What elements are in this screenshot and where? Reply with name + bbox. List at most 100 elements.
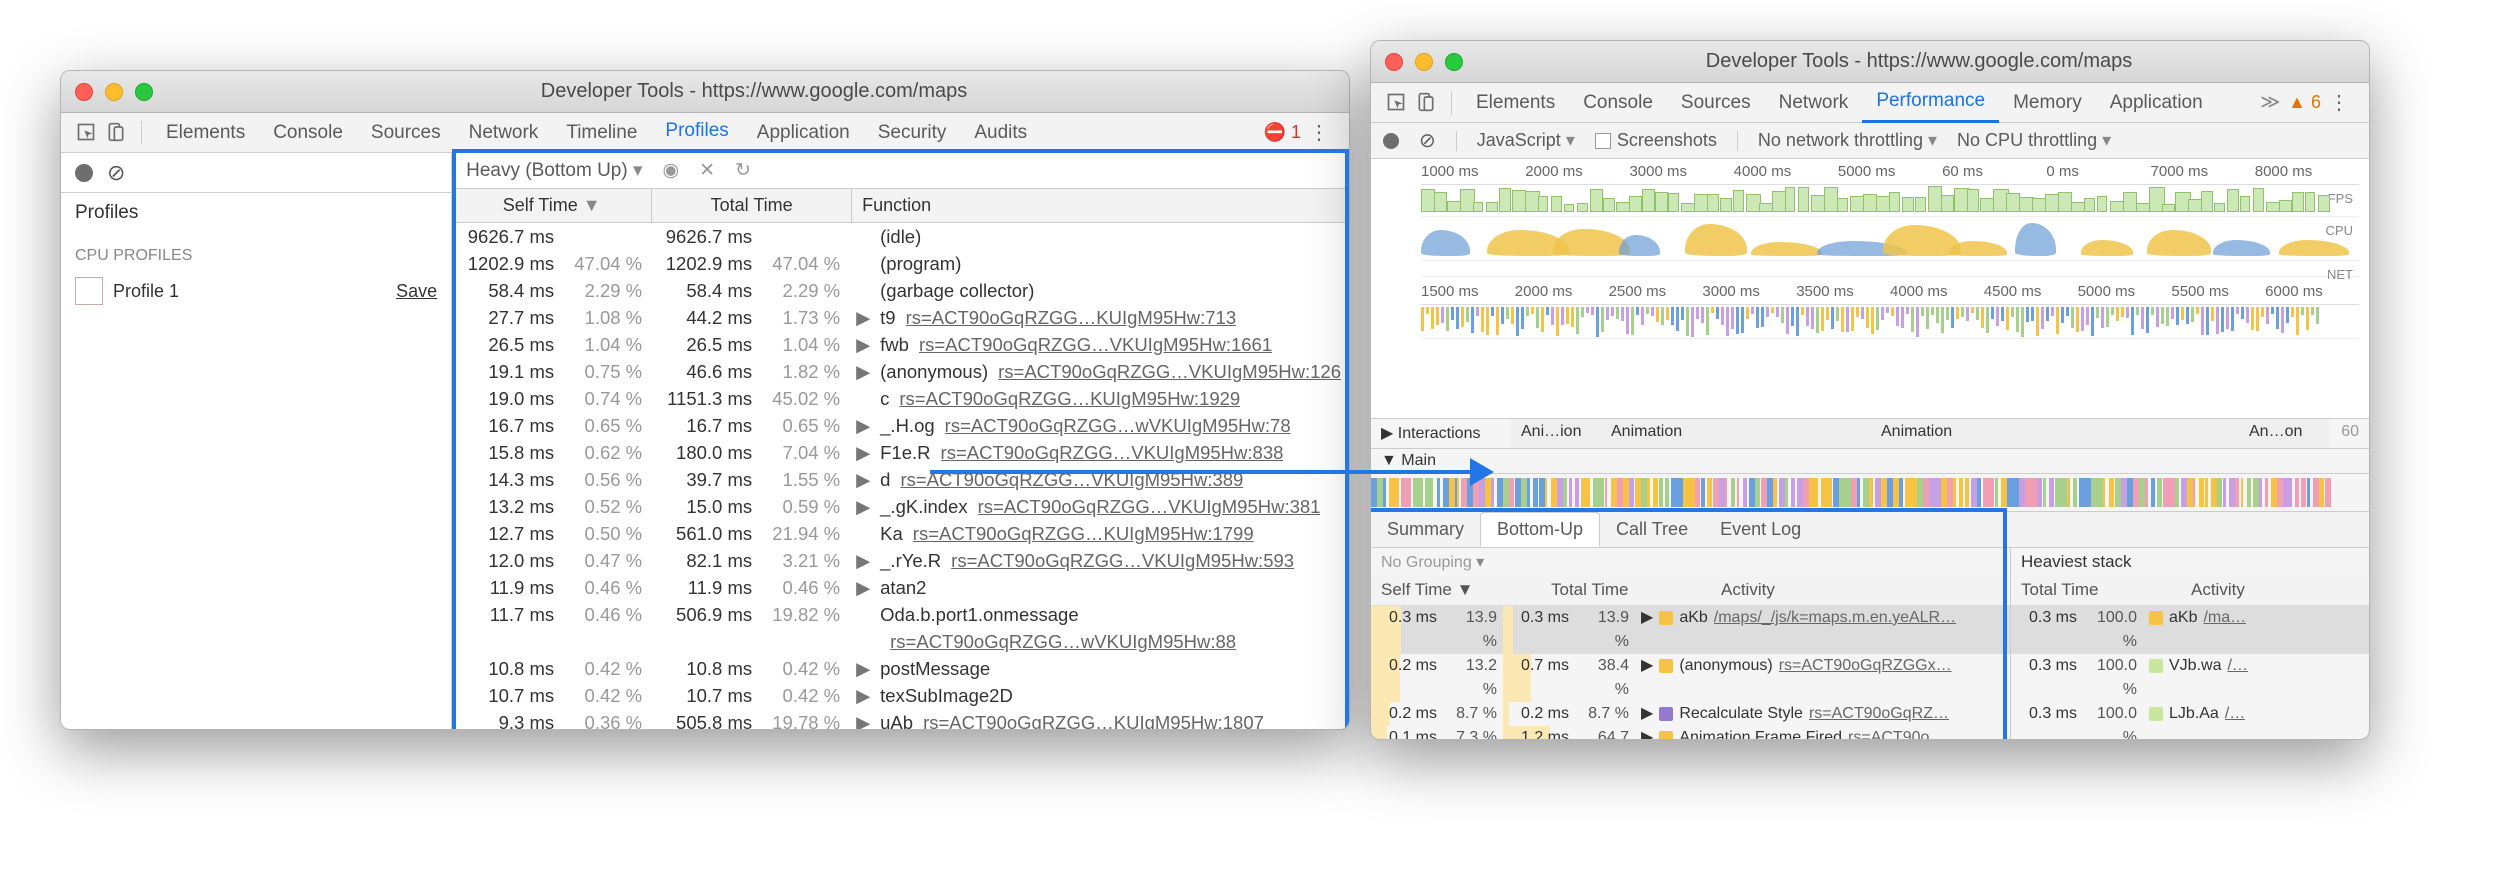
bottomup-row[interactable]: 0.2 ms8.7 %0.2 ms8.7 %▶ Recalculate Styl… (1371, 702, 2010, 726)
clear-icon[interactable]: ⊘ (1419, 128, 1436, 153)
subtab-bottomup[interactable]: Bottom-Up (1480, 512, 1600, 547)
profile-row[interactable]: 11.9 ms0.46 %11.9 ms0.46 %▶atan2 (452, 574, 1349, 601)
bottomup-row[interactable]: 0.2 ms13.2 %0.7 ms38.4 %▶ (anonymous) rs… (1371, 654, 2010, 702)
tab-profiles[interactable]: Profiles (651, 112, 742, 153)
col-function[interactable]: Function (852, 189, 1349, 222)
source-link[interactable]: rs=ACT90oGqRZGG…VKUIgM95Hw:593 (951, 547, 1294, 574)
profile-row[interactable]: 27.7 ms1.08 %44.2 ms1.73 %▶t9rs=ACT90oGq… (452, 304, 1349, 331)
source-link[interactable]: rs=ACT90oGqRZGG…VKUIgM95Hw:1661 (919, 331, 1272, 358)
source-link[interactable]: rs=ACT90o… (1848, 726, 1945, 740)
profile-row[interactable]: 26.5 ms1.04 %26.5 ms1.04 %▶fwbrs=ACT90oG… (452, 331, 1349, 358)
source-link[interactable]: rs=ACT90oGqRZGG…KUIgM95Hw:1807 (923, 709, 1264, 729)
profile-row[interactable]: 12.0 ms0.47 %82.1 ms3.21 %▶_.rYe.Rrs=ACT… (452, 547, 1349, 574)
tab-elements[interactable]: Elements (152, 114, 259, 152)
close-icon[interactable]: ✕ (699, 159, 715, 182)
tab-application[interactable]: Application (743, 114, 864, 152)
record-icon[interactable] (1383, 133, 1399, 149)
source-link[interactable]: rs=ACT90oGqRZGG…VKUIgM95Hw:126 (998, 358, 1341, 385)
record-icon[interactable] (75, 164, 93, 182)
col-total[interactable]: Total Time (1551, 580, 1681, 601)
source-link[interactable]: rs=ACT90oGqRZGG…wVKUIgM95Hw:88 (890, 628, 1236, 655)
heaviest-row[interactable]: 0.3 ms100.0 % VJb.wa /… (2011, 654, 2369, 702)
tab-memory[interactable]: Memory (1999, 84, 2096, 122)
col-activity-r[interactable]: Activity (2191, 580, 2245, 601)
profile-row[interactable]: 12.7 ms0.50 %561.0 ms21.94 %Kars=ACT90oG… (452, 520, 1349, 547)
source-link[interactable]: rs=ACT90oGqRZGG…wVKUIgM95Hw:78 (945, 412, 1291, 439)
source-link[interactable]: rs=ACT90oGqRZ… (1809, 702, 1949, 726)
track-anon[interactable]: An…on (2239, 419, 2329, 448)
main-track-header[interactable]: ▼ Main (1371, 449, 2369, 474)
warning-badge[interactable]: ▲ 6 (2288, 92, 2321, 113)
source-link[interactable]: /maps/_/js/k=maps.m.en.yeALR… (1714, 606, 1956, 654)
close-icon[interactable] (1385, 53, 1403, 71)
tab-sources[interactable]: Sources (1667, 84, 1765, 122)
titlebar[interactable]: Developer Tools - https://www.google.com… (1371, 41, 2369, 83)
more-tabs-icon[interactable]: ≫ (2260, 91, 2280, 114)
source-link[interactable]: rs=ACT90oGqRZGG…KUIgM95Hw:713 (906, 304, 1237, 331)
profile-row[interactable]: 58.4 ms2.29 %58.4 ms2.29 %(garbage colle… (452, 277, 1349, 304)
source-link[interactable]: /… (2227, 654, 2247, 702)
source-link[interactable]: rs=ACT90oGqRZGG…KUIgM95Hw:1799 (913, 520, 1254, 547)
heaviest-row[interactable]: 0.3 ms100.0 % aKb /ma… (2011, 606, 2369, 654)
source-link[interactable]: rs=ACT90oGqRZGG…VKUIgM95Hw:838 (941, 439, 1284, 466)
tab-elements[interactable]: Elements (1462, 84, 1569, 122)
tab-application[interactable]: Application (2096, 84, 2217, 122)
view-dropdown[interactable]: Heavy (Bottom Up) (466, 159, 642, 182)
track-animation2[interactable]: Animation (1871, 419, 2239, 448)
source-link[interactable]: rs=ACT90oGqRZGG…VKUIgM95Hw:381 (978, 493, 1321, 520)
inspect-icon[interactable] (1381, 92, 1411, 114)
kebab-menu-icon[interactable]: ⋮ (2329, 90, 2349, 115)
col-activity[interactable]: Activity (1721, 580, 1775, 601)
close-icon[interactable] (75, 83, 93, 101)
refresh-icon[interactable]: ↻ (735, 159, 751, 182)
profile-row[interactable]: 19.1 ms0.75 %46.6 ms1.82 %▶(anonymous)rs… (452, 358, 1349, 385)
tab-sources[interactable]: Sources (357, 114, 455, 152)
kebab-menu-icon[interactable]: ⋮ (1309, 120, 1329, 145)
profile-row[interactable]: 1202.9 ms47.04 %1202.9 ms47.04 %(program… (452, 250, 1349, 277)
col-self-time[interactable]: Self Time ▼ (452, 189, 652, 222)
tab-console[interactable]: Console (1569, 84, 1667, 122)
subtab-calltree[interactable]: Call Tree (1600, 513, 1704, 546)
track-interactions[interactable]: ▶ Interactions (1371, 419, 1511, 448)
col-total-r[interactable]: Total Time (2021, 580, 2151, 601)
titlebar[interactable]: Developer Tools - https://www.google.com… (61, 71, 1349, 113)
subtab-eventlog[interactable]: Event Log (1704, 513, 1817, 546)
cpu-throttle-dropdown[interactable]: No CPU throttling (1957, 130, 2111, 151)
bottomup-row[interactable]: 0.3 ms13.9 %0.3 ms13.9 %▶ aKb /maps/_/js… (1371, 606, 2010, 654)
col-self[interactable]: Self Time ▼ (1381, 580, 1511, 601)
sidebar-item-profile1[interactable]: Profile 1 Save (61, 271, 451, 311)
zoom-icon[interactable] (1445, 53, 1463, 71)
main-flame[interactable] (1371, 474, 2369, 512)
tab-network[interactable]: Network (455, 114, 553, 152)
profile-row[interactable]: 10.8 ms0.42 %10.8 ms0.42 %▶postMessage (452, 655, 1349, 682)
source-link[interactable]: /ma… (2203, 606, 2246, 654)
flame-overview[interactable] (1421, 305, 2359, 339)
grouping-dropdown[interactable]: No Grouping (1371, 548, 2010, 576)
device-icon[interactable] (101, 122, 131, 144)
minimize-icon[interactable] (1415, 53, 1433, 71)
track-animation1[interactable]: Animation (1601, 419, 1871, 448)
tab-timeline[interactable]: Timeline (552, 114, 651, 152)
bottomup-row[interactable]: 0.1 ms7.3 %1.2 ms64.7 %▶ Animation Frame… (1371, 726, 2010, 740)
tab-network[interactable]: Network (1765, 84, 1863, 122)
source-link[interactable]: /… (2225, 702, 2245, 740)
inspect-icon[interactable] (71, 122, 101, 144)
overview-timeline[interactable]: 1000 ms2000 ms3000 ms4000 ms5000 ms60 ms… (1371, 159, 2369, 419)
network-throttle-dropdown[interactable]: No network throttling (1758, 130, 1937, 151)
profile-row[interactable]: 19.0 ms0.74 %1151.3 ms45.02 %crs=ACT90oG… (452, 385, 1349, 412)
error-badge[interactable]: ⛔ 1 (1264, 122, 1301, 143)
capture-dropdown[interactable]: JavaScript (1477, 130, 1575, 151)
profile-row[interactable]: 11.7 ms0.46 %506.9 ms19.82 %Oda.b.port1.… (452, 601, 1349, 628)
tab-security[interactable]: Security (864, 114, 961, 152)
tab-console[interactable]: Console (259, 114, 357, 152)
profile-row[interactable]: 15.8 ms0.62 %180.0 ms7.04 %▶F1e.Rrs=ACT9… (452, 439, 1349, 466)
source-link[interactable]: rs=ACT90oGqRZGGx… (1779, 654, 1952, 702)
profile-row[interactable]: 16.7 ms0.65 %16.7 ms0.65 %▶_.H.ogrs=ACT9… (452, 412, 1349, 439)
tab-performance[interactable]: Performance (1862, 82, 1999, 123)
save-link[interactable]: Save (396, 281, 437, 302)
subtab-summary[interactable]: Summary (1371, 513, 1480, 546)
tab-audits[interactable]: Audits (960, 114, 1041, 152)
profile-row[interactable]: 9.3 ms0.36 %505.8 ms19.78 %▶uAbrs=ACT90o… (452, 709, 1349, 729)
profile-row[interactable]: 13.2 ms0.52 %15.0 ms0.59 %▶_.gK.indexrs=… (452, 493, 1349, 520)
heaviest-row[interactable]: 0.3 ms100.0 % LJb.Aa /… (2011, 702, 2369, 740)
